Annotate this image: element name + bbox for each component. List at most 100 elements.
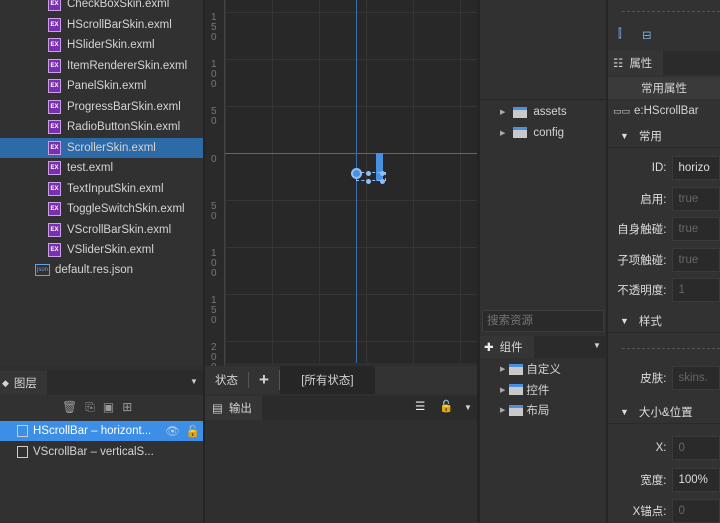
component-folder[interactable]: ▶ 布局 (500, 402, 549, 418)
exml-file-icon: EX (48, 161, 61, 175)
collapse-icon: ▼ (620, 406, 629, 417)
property-input[interactable]: 0 (672, 436, 720, 460)
file-name: TextInputSkin.exml (67, 182, 164, 195)
layer-name: HScrollBar – horizont... (33, 425, 152, 437)
file-item[interactable]: EX TextInputSkin.exml (0, 179, 203, 199)
file-item[interactable]: json default.res.json (0, 260, 203, 280)
section-common[interactable]: ▼ 常用 (608, 124, 720, 148)
property-field: 子项触碰: true (608, 247, 720, 272)
panel-menu-dropdown[interactable]: ▼ (464, 403, 472, 412)
file-item[interactable]: EX ItemRendererSkin.exml (0, 56, 203, 76)
property-input[interactable]: true (672, 186, 720, 211)
states-bar: 状态 + [所有状态] (205, 366, 480, 394)
file-tree-panel: EX CheckBoxSkin.exml EX HScrollBarSkin.exml… (0, 0, 203, 366)
property-input[interactable]: skins. (672, 366, 720, 390)
property-input[interactable]: true (672, 247, 720, 272)
file-item[interactable]: EX VSliderSkin.exml (0, 240, 203, 260)
file-name: ToggleSwitchSkin.exml (67, 203, 185, 215)
file-item[interactable]: EX CheckBoxSkin.exml (0, 0, 203, 14)
property-field: 启用: true (608, 186, 720, 211)
tab-components[interactable]: ✚ 组件 (480, 336, 534, 358)
file-item[interactable]: EX VScrollBarSkin.exml (0, 220, 203, 240)
section-size_pos[interactable]: ▼ 大小&位置 (608, 400, 720, 424)
output-panel: ▤ 输出 ☰ 🔓 ▼ (205, 396, 480, 522)
file-name: VScrollBarSkin.exml (67, 223, 172, 236)
file-item[interactable]: EX HSliderSkin.exml (0, 35, 203, 55)
layer-item[interactable]: VScrollBar – verticalS... (0, 442, 203, 462)
property-input[interactable]: horizo (672, 156, 720, 180)
group-icon[interactable]: ▣ (103, 400, 114, 415)
copy-icon[interactable]: ⎘ (85, 400, 95, 415)
expand-icon[interactable]: ▶ (500, 365, 505, 373)
file-item[interactable]: EX HScrollBarSkin.exml (0, 15, 203, 35)
expand-icon[interactable]: ▶ (500, 129, 505, 137)
exml-file-icon: EX (48, 17, 61, 32)
tab-output[interactable]: ▤ 输出 (205, 396, 262, 420)
file-name: CheckBoxSkin.exml (67, 0, 170, 10)
layer-item[interactable]: HScrollBar – horizont... 👁 🔓 (0, 421, 203, 441)
layer-icon (17, 446, 28, 458)
folder-icon (509, 384, 524, 395)
property-input[interactable]: 0 (672, 499, 720, 523)
design-canvas[interactable] (225, 0, 477, 363)
exml-file-icon: EX (48, 181, 61, 196)
file-item[interactable]: EX RadioButtonSkin.exml (0, 117, 203, 137)
section-style[interactable]: ▼ 样式 (608, 309, 720, 333)
property-input[interactable]: 1 (672, 278, 720, 302)
file-item[interactable]: EX test.exml (0, 158, 203, 178)
lock-icon[interactable]: 🔓 (186, 424, 200, 438)
add-state-button[interactable]: + (249, 370, 280, 390)
property-field: X: 0 (608, 436, 720, 460)
align-icon[interactable]: ⫿ (618, 28, 622, 41)
guide-vertical (356, 0, 357, 363)
file-name: VSliderSkin.exml (67, 244, 154, 256)
resource-folder[interactable]: ▶ assets (500, 106, 567, 118)
property-field: ID: horizo (608, 156, 720, 180)
common-properties-header[interactable]: 常用属性 (608, 77, 720, 99)
layer-name: VScrollBar – verticalS... (33, 446, 154, 458)
property-input[interactable]: true (672, 217, 720, 241)
exml-file-icon: EX (48, 222, 61, 237)
panel-menu-dropdown[interactable]: ▼ (593, 341, 601, 350)
expand-icon[interactable]: ▶ (500, 386, 505, 394)
ungroup-icon[interactable]: ⊞ (122, 400, 132, 415)
tab-properties[interactable]: ☷ 属性 (608, 51, 663, 75)
collapse-icon: ▼ (620, 130, 629, 141)
component-folder[interactable]: ▶ 自定义 (500, 361, 561, 377)
visibility-icon[interactable]: 👁 (165, 424, 180, 438)
panel-menu-dropdown[interactable]: ▼ (190, 377, 198, 386)
ruler-label: 100 (211, 248, 217, 279)
ruler-label: 150 (211, 295, 217, 326)
property-input[interactable]: 100% (672, 467, 720, 492)
exml-file-icon: EX (48, 202, 61, 216)
file-name: RadioButtonSkin.exml (67, 121, 181, 133)
resource-folder[interactable]: ▶ config (500, 127, 564, 139)
expand-icon[interactable]: ▶ (500, 406, 505, 414)
all-states-tab[interactable]: [所有状态] (279, 366, 375, 394)
selected-hscrollbar[interactable] (351, 153, 386, 184)
property-field: X锚点: 0 (608, 499, 720, 523)
exml-file-icon: EX (48, 140, 61, 155)
file-name: test.exml (67, 162, 114, 174)
ruler-label: 150 (211, 12, 217, 43)
file-name: ItemRendererSkin.exml (67, 59, 188, 72)
file-item[interactable]: EX ProgressBarSkin.exml (0, 97, 203, 117)
delete-icon[interactable]: 🗑 (62, 400, 77, 415)
file-item[interactable]: EX ToggleSwitchSkin.exml (0, 199, 203, 219)
lock-icon[interactable]: 🔓 (439, 399, 453, 413)
clear-output-icon[interactable]: ☰ (415, 399, 425, 413)
ruler-label: 100 (211, 59, 217, 90)
component-folder[interactable]: ▶ 控件 (500, 382, 549, 398)
file-name: HSliderSkin.exml (67, 39, 155, 51)
file-item[interactable]: EX ScrollerSkin.exml (0, 137, 203, 158)
exml-file-icon: EX (48, 243, 61, 257)
file-name: ScrollerSkin.exml (67, 141, 156, 154)
states-label: 状态 (205, 372, 249, 388)
expand-icon[interactable]: ▶ (500, 108, 505, 116)
file-name: PanelSkin.exml (67, 80, 147, 92)
tab-layers[interactable]: ◆ 图层 (0, 371, 47, 395)
file-item[interactable]: EX PanelSkin.exml (0, 76, 203, 96)
resource-search-input[interactable] (482, 310, 604, 332)
distribute-icon[interactable]: ⊟ (642, 28, 652, 42)
component-icon: ▭▭ (613, 105, 631, 116)
